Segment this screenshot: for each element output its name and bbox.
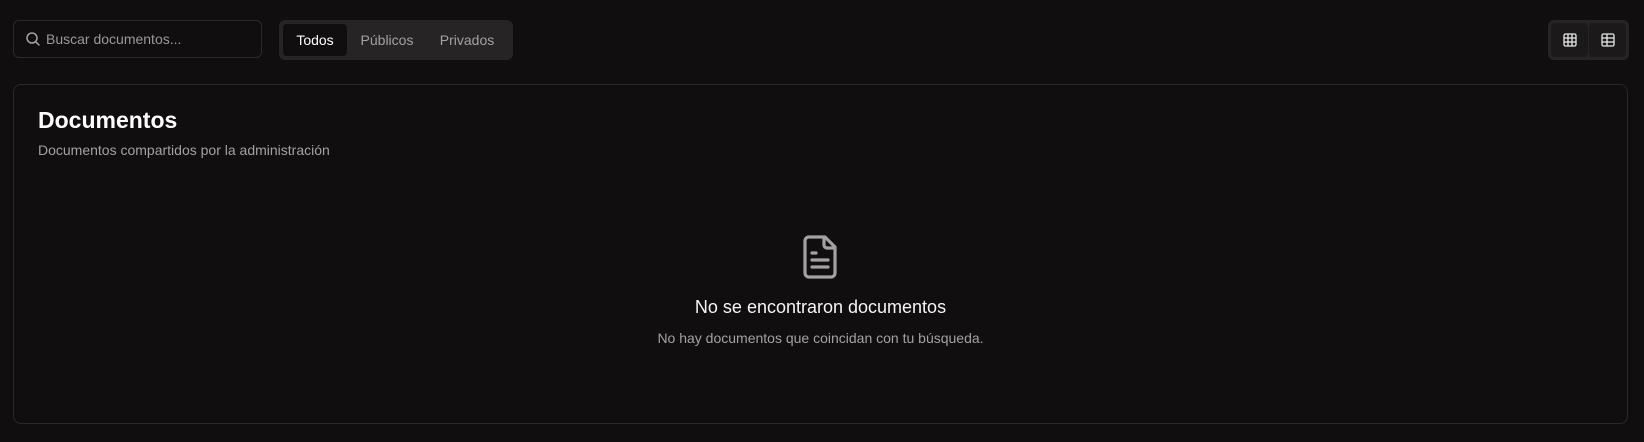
grid-icon xyxy=(1562,33,1577,47)
table-icon xyxy=(1600,33,1615,47)
page-title: Documentos xyxy=(38,107,178,133)
tab-publicos[interactable]: Públicos xyxy=(347,24,427,56)
search-box[interactable] xyxy=(13,20,262,58)
search-input[interactable] xyxy=(46,21,251,57)
view-toggle xyxy=(1548,20,1629,60)
documents-card: Documentos Documentos compartidos por la… xyxy=(13,84,1628,424)
table-view-button[interactable] xyxy=(1589,23,1626,57)
visibility-filter-tabs: Todos Públicos Privados xyxy=(279,20,513,60)
search-icon xyxy=(26,32,40,46)
toolbar: Todos Públicos Privados xyxy=(13,20,1629,60)
empty-state: No se encontraron documentos No hay docu… xyxy=(14,233,1627,346)
empty-state-message: No hay documentos que coincidan con tu b… xyxy=(657,330,984,346)
tab-todos[interactable]: Todos xyxy=(283,24,347,56)
document-icon xyxy=(802,235,837,279)
page-subtitle: Documentos compartidos por la administra… xyxy=(38,142,330,158)
tab-privados[interactable]: Privados xyxy=(427,24,507,56)
grid-view-button[interactable] xyxy=(1551,23,1588,57)
empty-state-title: No se encontraron documentos xyxy=(694,297,947,317)
